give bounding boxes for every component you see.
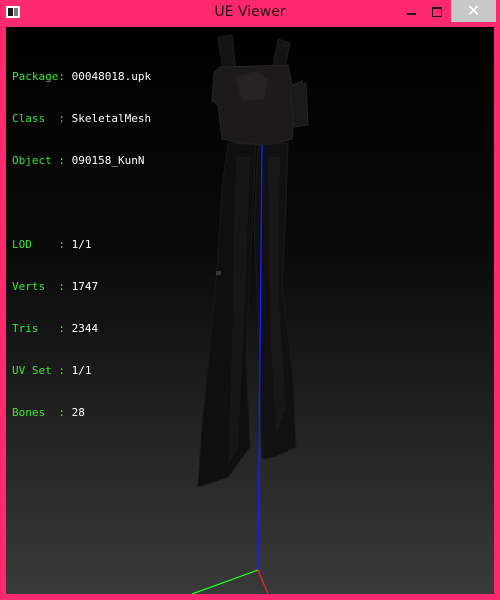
app-window: UE Viewer ✕ Package: 00048018.upk Class …: [0, 0, 500, 600]
info-label: LOD :: [12, 238, 65, 251]
close-icon: ✕: [466, 1, 481, 20]
axis-x-line: [257, 569, 269, 594]
info-label: Bones :: [12, 406, 65, 419]
info-row-lod: LOD : 1/1: [12, 238, 151, 252]
info-value: 090158_KunN: [71, 154, 145, 167]
close-button[interactable]: ✕: [451, 0, 496, 22]
info-row-verts: Verts : 1747: [12, 280, 151, 294]
info-value: 1/1: [71, 238, 92, 251]
maximize-button[interactable]: [424, 0, 450, 22]
info-label: Package:: [12, 70, 65, 83]
mesh-info-overlay: Package: 00048018.upk Class : SkeletalMe…: [12, 42, 151, 448]
info-label: Object :: [12, 154, 65, 167]
info-label: Tris :: [12, 322, 65, 335]
axis-y-line: [191, 569, 259, 594]
title-bar[interactable]: UE Viewer ✕: [0, 0, 500, 27]
info-label: Class :: [12, 112, 65, 125]
info-row-object: Object : 090158_KunN: [12, 154, 151, 168]
info-value: 2344: [71, 322, 99, 335]
info-row-package: Package: 00048018.upk: [12, 70, 151, 84]
3d-viewport[interactable]: Package: 00048018.upk Class : SkeletalMe…: [6, 27, 494, 594]
maximize-icon: [432, 6, 442, 17]
minimize-button[interactable]: [398, 0, 424, 22]
mesh-strap-left: [217, 34, 237, 72]
info-value: SkeletalMesh: [71, 112, 152, 125]
info-row-class: Class : SkeletalMesh: [12, 112, 151, 126]
info-row-bones: Bones : 28: [12, 406, 151, 420]
minimize-icon: [406, 12, 416, 15]
info-value: 1747: [71, 280, 99, 293]
info-label: Verts :: [12, 280, 65, 293]
info-value: 00048018.upk: [71, 70, 152, 83]
info-row-tris: Tris : 2344: [12, 322, 151, 336]
info-value: 28: [71, 406, 85, 419]
info-value: 1/1: [71, 364, 92, 377]
info-label: UV Set :: [12, 364, 65, 377]
skeletal-mesh: [197, 34, 309, 488]
info-row-uvset: UV Set : 1/1: [12, 364, 151, 378]
